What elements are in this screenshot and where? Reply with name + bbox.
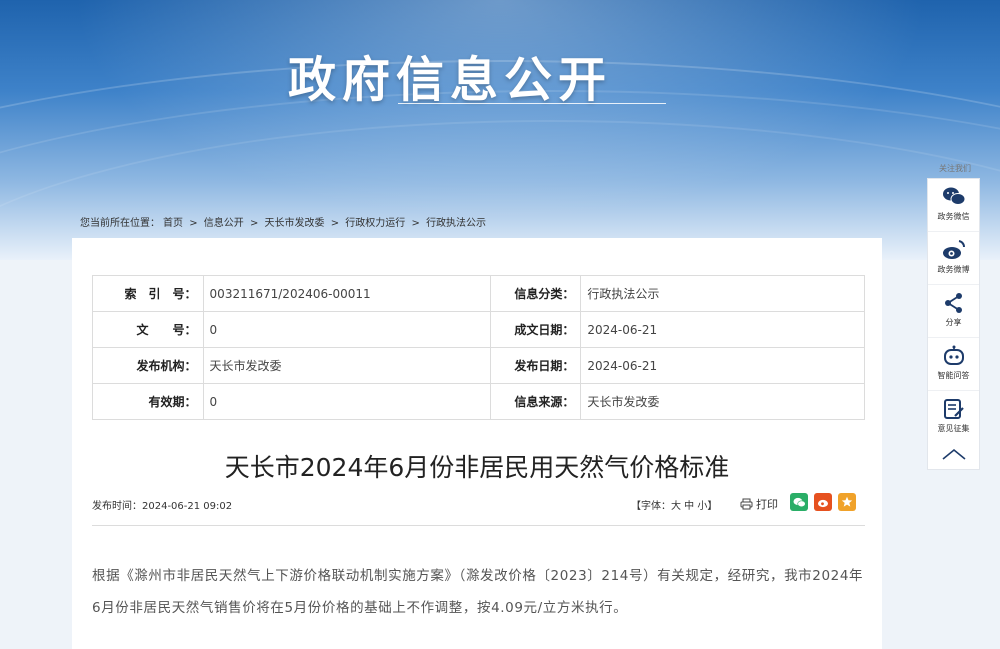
published-label: 发布日期： bbox=[489, 347, 582, 384]
org-value: 天长市发改委 bbox=[202, 347, 491, 384]
feedback-icon bbox=[942, 397, 966, 421]
sidebar-label-weibo: 政务微博 bbox=[937, 265, 970, 274]
docno-value: 0 bbox=[202, 311, 491, 348]
validity-value: 0 bbox=[202, 383, 491, 420]
sidebar-label-qa: 智能问答 bbox=[937, 371, 970, 380]
breadcrumb-item-power[interactable]: 行政权力运行 bbox=[345, 218, 405, 229]
category-label: 信息分类： bbox=[489, 275, 582, 312]
favorite-icon[interactable] bbox=[838, 493, 856, 511]
sidebar-item-share[interactable]: 分享 bbox=[928, 285, 979, 338]
breadcrumb-item-info[interactable]: 信息公开 bbox=[204, 218, 244, 229]
breadcrumb-item-enforce[interactable]: 行政执法公示 bbox=[426, 218, 486, 229]
breadcrumb-prefix: 您当前所在位置： bbox=[80, 218, 160, 229]
published-value: 2024-06-21 bbox=[580, 347, 865, 384]
font-size-control[interactable]: 【字体：大 中 小】 bbox=[631, 497, 717, 512]
table-row: 有效期： 0 信息来源： 天长市发改委 bbox=[92, 383, 865, 420]
content-panel: 索 引 号： 003211671/202406-00011 信息分类： 行政执法… bbox=[72, 238, 882, 649]
breadcrumb-item-home[interactable]: 首页 bbox=[163, 218, 183, 229]
org-label: 发布机构： bbox=[92, 347, 204, 384]
printer-icon bbox=[740, 498, 753, 510]
publish-time: 发布时间：2024-06-21 09:02 bbox=[92, 501, 233, 512]
created-value: 2024-06-21 bbox=[580, 311, 865, 348]
created-label: 成文日期： bbox=[489, 311, 582, 348]
sidebar-heading: 关注我们 bbox=[939, 164, 971, 173]
weibo-icon bbox=[942, 238, 966, 262]
banner-underline bbox=[398, 103, 666, 104]
table-row: 文 号： 0 成文日期： 2024-06-21 bbox=[92, 311, 865, 348]
meta-table: 索 引 号： 003211671/202406-00011 信息分类： 行政执法… bbox=[92, 275, 865, 420]
table-row: 索 引 号： 003211671/202406-00011 信息分类： 行政执法… bbox=[92, 275, 865, 312]
floating-sidebar: 政务微信 政务微博 分享 智能问答 意见征集 bbox=[927, 178, 980, 470]
index-value: 003211671/202406-00011 bbox=[202, 275, 491, 312]
divider bbox=[92, 525, 865, 526]
sidebar-label-share: 分享 bbox=[945, 318, 962, 327]
share-icons bbox=[790, 493, 856, 511]
print-label: 打印 bbox=[756, 498, 778, 511]
table-row: 发布机构： 天长市发改委 发布日期： 2024-06-21 bbox=[92, 347, 865, 384]
wechat-icon bbox=[942, 185, 966, 209]
back-to-top-button[interactable] bbox=[928, 439, 979, 469]
source-label: 信息来源： bbox=[489, 383, 582, 420]
source-value: 天长市发改委 bbox=[580, 383, 865, 420]
index-label: 索 引 号： bbox=[92, 275, 204, 312]
wechat-share-icon[interactable] bbox=[790, 493, 808, 511]
breadcrumb-item-dept[interactable]: 天长市发改委 bbox=[265, 218, 325, 229]
sidebar-item-qa[interactable]: 智能问答 bbox=[928, 338, 979, 391]
sidebar-item-wechat[interactable]: 政务微信 bbox=[928, 179, 979, 232]
article-title: 天长市2024年6月份非居民用天然气价格标准 bbox=[224, 453, 730, 482]
docno-label: 文 号： bbox=[92, 311, 204, 348]
validity-label: 有效期： bbox=[92, 383, 204, 420]
publish-bar: 发布时间：2024-06-21 09:02 【字体：大 中 小】 打印 bbox=[92, 493, 865, 515]
sidebar-item-feedback[interactable]: 意见征集 bbox=[928, 391, 979, 443]
banner-title: 政府信息公开 bbox=[288, 52, 613, 108]
sidebar-item-weibo[interactable]: 政务微博 bbox=[928, 232, 979, 285]
sidebar-label-wechat: 政务微信 bbox=[937, 212, 970, 221]
print-button[interactable]: 打印 bbox=[740, 496, 778, 512]
article-body: 根据《滁州市非居民天然气上下游价格联动机制实施方案》（滁发改价格〔2023〕21… bbox=[92, 568, 864, 616]
sidebar-label-feedback: 意见征集 bbox=[937, 424, 970, 433]
weibo-share-icon[interactable] bbox=[814, 493, 832, 511]
share-icon bbox=[942, 291, 966, 315]
robot-icon bbox=[942, 344, 966, 368]
category-value: 行政执法公示 bbox=[580, 275, 865, 312]
chevron-up-icon bbox=[941, 448, 966, 460]
breadcrumb: 您当前所在位置： 首页 > 信息公开 > 天长市发改委 > 行政权力运行 > 行政… bbox=[80, 218, 487, 229]
